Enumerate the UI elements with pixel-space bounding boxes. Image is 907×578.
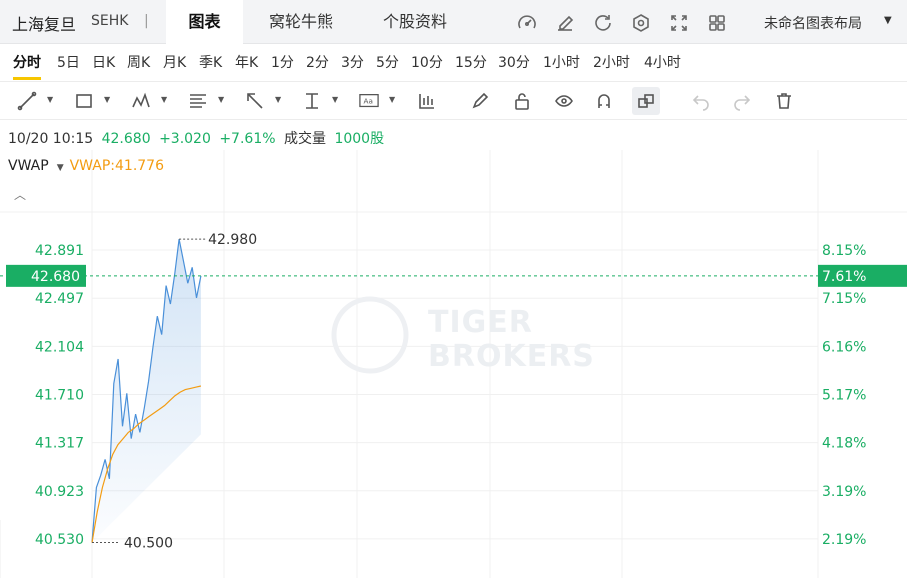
current-pct-label: 7.61% bbox=[822, 269, 866, 285]
grid-layout-icon[interactable] bbox=[706, 12, 728, 34]
y-tick-label: 41.317 bbox=[35, 436, 84, 452]
y-tick-label: 40.923 bbox=[35, 484, 84, 500]
quote-info-line: 10/20 10:15 42.680 +3.020 +7.61% 成交量 100… bbox=[8, 128, 388, 148]
pct-tick-label: 2.19% bbox=[822, 532, 866, 548]
quote-datetime: 10/20 10:15 bbox=[8, 131, 94, 147]
current-price-label: 42.680 bbox=[31, 269, 80, 285]
pct-tick-label: 6.16% bbox=[822, 339, 866, 355]
period-10min[interactable]: 10分 bbox=[411, 52, 443, 77]
wave-pattern-dropdown[interactable]: ▼ bbox=[161, 95, 167, 104]
period-5min[interactable]: 5分 bbox=[376, 52, 399, 77]
y-tick-label: 41.710 bbox=[35, 388, 84, 404]
pct-tick-label: 7.15% bbox=[822, 291, 866, 307]
tab-warrants[interactable]: 窝轮牛熊 bbox=[253, 0, 349, 44]
period-30min[interactable]: 30分 bbox=[498, 52, 530, 77]
period-1min[interactable]: 1分 bbox=[271, 52, 294, 77]
watermark-logo-icon bbox=[331, 296, 409, 374]
chevron-down-icon[interactable]: ▼ bbox=[57, 163, 64, 173]
axes: 42.891 42.497 42.104 41.710 41.317 40.923 40.5… bbox=[0, 243, 907, 578]
tab-stock-profile[interactable]: 个股资料 bbox=[365, 0, 465, 44]
trash-icon[interactable] bbox=[774, 91, 794, 111]
period-15min[interactable]: 15分 bbox=[455, 52, 487, 77]
candlestick-icon[interactable] bbox=[417, 91, 437, 111]
quote-change: +3.020 bbox=[159, 131, 211, 147]
arrow-dropdown[interactable]: ▼ bbox=[275, 95, 281, 104]
svg-text:Aa: Aa bbox=[364, 97, 373, 106]
period-2hour[interactable]: 2小时 bbox=[593, 52, 630, 77]
period-2min[interactable]: 2分 bbox=[306, 52, 329, 77]
layout-select[interactable]: 未命名图表布局 bbox=[764, 13, 862, 33]
indicator-legend: VWAP ▼ VWAP:41.776 bbox=[8, 158, 164, 174]
eye-icon[interactable] bbox=[554, 91, 574, 111]
period-3min[interactable]: 3分 bbox=[341, 52, 364, 77]
period-intraday[interactable]: 分时 bbox=[13, 52, 41, 80]
collapse-chevron-up-icon[interactable]: ︿ bbox=[14, 186, 26, 203]
volume-label: 成交量 bbox=[284, 131, 326, 147]
quote-volume: 1000股 bbox=[334, 131, 385, 147]
gauge-icon[interactable] bbox=[516, 12, 538, 34]
plot-area: 42.980 40.500 bbox=[0, 232, 907, 552]
intraday-chart[interactable]: TIGER BROKERS 42.98040.500 42.89142.4974… bbox=[0, 150, 907, 578]
period-4hour[interactable]: 4小时 bbox=[644, 52, 681, 77]
high-label: 42.980 bbox=[208, 232, 257, 248]
period-1hour[interactable]: 1小时 bbox=[543, 52, 580, 77]
y-tick-label: 42.104 bbox=[35, 339, 84, 355]
watermark: TIGER BROKERS bbox=[331, 296, 595, 374]
fibonacci-icon[interactable] bbox=[188, 91, 208, 111]
indicator-value: VWAP:41.776 bbox=[69, 158, 164, 174]
quote-change-pct: +7.61% bbox=[219, 131, 276, 147]
measure-dropdown[interactable]: ▼ bbox=[332, 95, 338, 104]
watermark-text-2: BROKERS bbox=[428, 339, 595, 374]
title-separator: | bbox=[144, 13, 149, 29]
pct-tick-label: 3.19% bbox=[822, 484, 866, 500]
y-tick-label: 42.891 bbox=[35, 243, 84, 259]
trend-line-icon[interactable] bbox=[17, 91, 37, 111]
period-monthly[interactable]: 月K bbox=[163, 52, 186, 77]
period-daily[interactable]: 日K bbox=[92, 52, 115, 77]
clone-icon[interactable] bbox=[636, 91, 656, 111]
pct-tick-label: 5.17% bbox=[822, 388, 866, 404]
pct-tick-label: 8.15% bbox=[822, 243, 866, 259]
pct-tick-label: 4.18% bbox=[822, 436, 866, 452]
wave-pattern-icon[interactable] bbox=[131, 91, 151, 111]
magnet-icon[interactable] bbox=[594, 91, 614, 111]
period-selector: 分时 5日 日K 周K 月K 季K 年K 1分 2分 3分 5分 10分 15分… bbox=[0, 44, 907, 82]
quote-price: 42.680 bbox=[101, 131, 151, 147]
trend-line-dropdown[interactable]: ▼ bbox=[47, 95, 53, 104]
settings-icon[interactable] bbox=[630, 12, 652, 34]
text-annotation-icon[interactable]: Aa bbox=[359, 91, 381, 111]
pencil-icon[interactable] bbox=[470, 91, 490, 111]
fullscreen-icon[interactable] bbox=[668, 12, 690, 34]
watermark-text-1: TIGER bbox=[428, 305, 533, 340]
unlock-icon[interactable] bbox=[512, 91, 532, 111]
y-tick-label: 42.497 bbox=[35, 291, 84, 307]
measure-icon[interactable] bbox=[302, 91, 322, 111]
top-tab-bar: 上海复旦 SEHK | 图表 窝轮牛熊 个股资料 未命名图表布局 ▼ bbox=[0, 0, 907, 44]
drawing-toolbar: ▼ ▼ ▼ ▼ ▼ ▼ Aa ▼ bbox=[0, 82, 907, 120]
fibonacci-dropdown[interactable]: ▼ bbox=[218, 95, 224, 104]
period-weekly[interactable]: 周K bbox=[127, 52, 150, 77]
rectangle-icon[interactable] bbox=[74, 91, 94, 111]
period-5d[interactable]: 5日 bbox=[57, 52, 80, 77]
period-yearly[interactable]: 年K bbox=[235, 52, 258, 77]
arrow-icon[interactable] bbox=[245, 91, 265, 111]
period-quarterly[interactable]: 季K bbox=[199, 52, 222, 77]
text-annotation-dropdown[interactable]: ▼ bbox=[389, 95, 395, 104]
indicator-name[interactable]: VWAP bbox=[8, 158, 49, 174]
undo-icon[interactable] bbox=[691, 91, 711, 111]
stock-name: 上海复旦 bbox=[12, 15, 77, 34]
low-label: 40.500 bbox=[124, 536, 173, 552]
edit-icon[interactable] bbox=[554, 12, 576, 34]
chevron-down-icon[interactable]: ▼ bbox=[884, 15, 892, 26]
redo-icon[interactable] bbox=[732, 91, 752, 111]
rectangle-dropdown[interactable]: ▼ bbox=[104, 95, 110, 104]
y-tick-label: 40.530 bbox=[35, 532, 84, 548]
exchange-code: SEHK bbox=[91, 13, 129, 29]
tab-chart[interactable]: 图表 bbox=[166, 0, 243, 44]
refresh-icon[interactable] bbox=[592, 12, 614, 34]
